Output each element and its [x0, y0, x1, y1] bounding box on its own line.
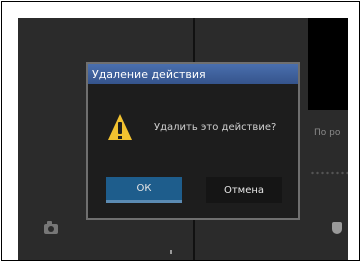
warning-icon-mark: [118, 122, 122, 134]
dialog-title: Удаление действия: [92, 67, 206, 81]
dotted-separator: [310, 170, 348, 176]
dialog-message: Удалить это действие?: [154, 122, 277, 133]
cancel-button[interactable]: Отмена: [206, 177, 282, 203]
shield-icon[interactable]: [332, 222, 342, 234]
ok-button[interactable]: ОК: [106, 177, 182, 203]
warning-icon-dot: [118, 136, 122, 139]
delete-action-dialog: Удаление действия Удалить это действие? …: [86, 62, 300, 220]
camera-icon[interactable]: [44, 221, 58, 234]
dialog-titlebar[interactable]: Удаление действия: [88, 64, 298, 84]
preview-panel: [308, 18, 348, 110]
side-label: По ро: [314, 128, 341, 138]
scroll-marker: [170, 250, 172, 254]
